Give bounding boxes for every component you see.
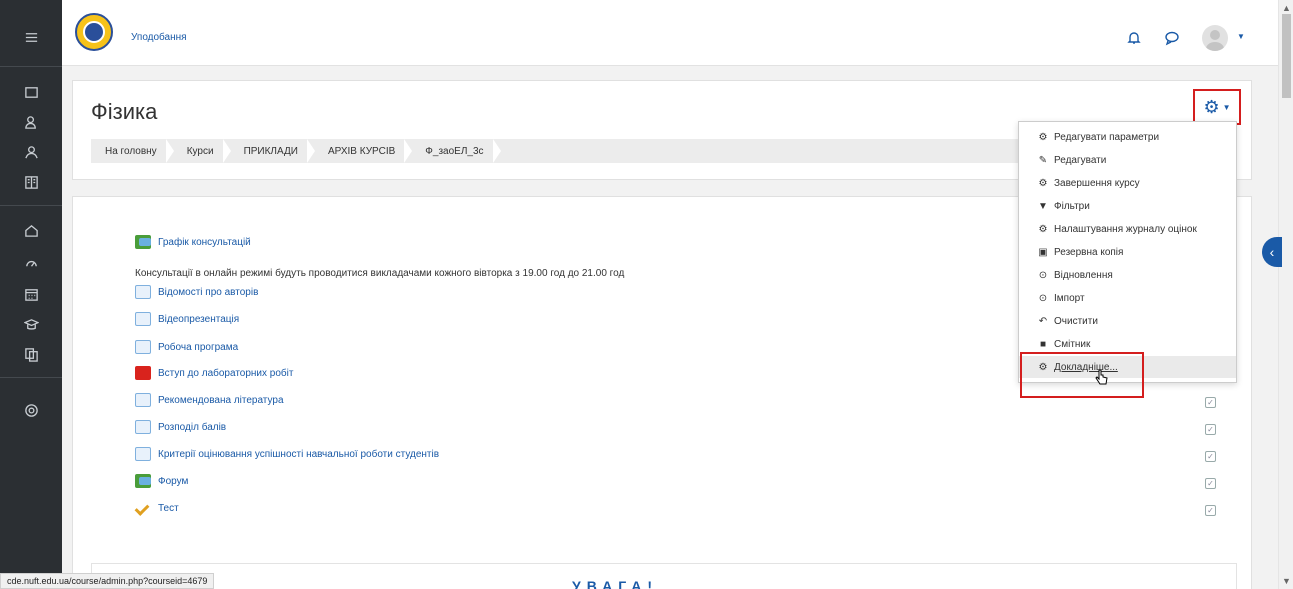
calendar-icon[interactable] [0,282,62,306]
course-admin-menu: ⚙ Редагувати параметри ✎ Редагувати ⚙ Завер… [1018,121,1237,383]
chat-icon[interactable] [1164,30,1180,46]
menu-item-import[interactable]: ⊙ Імпорт [1019,287,1236,309]
activity-link[interactable]: Розподіл балів [135,419,226,435]
completion-checkbox[interactable]: ✓ [1205,505,1216,516]
users-icon[interactable] [0,110,62,134]
activity-link[interactable]: Критерії оцінювання успішності навчально… [135,446,439,462]
announcement-heading: УВАГА! [572,578,659,589]
users-group-icon[interactable] [0,140,62,164]
chevron-down-icon[interactable]: ▼ [1237,32,1245,41]
menu-item-edit[interactable]: ✎ Редагувати [1019,149,1236,171]
gear-icon: ⚙ [1203,96,1220,117]
completion-checkbox[interactable]: ✓ [1205,451,1216,462]
folder-icon[interactable] [0,80,62,104]
menu-item-gradebook-setup[interactable]: ⚙ Налаштування журналу оцінок [1019,218,1236,240]
scrollbar-thumb[interactable] [1282,14,1291,98]
course-settings-button[interactable]: ⚙ ▼ [1193,89,1241,125]
page-icon [135,420,151,434]
page-icon [135,447,151,461]
chevron-down-icon: ▼ [1222,102,1231,112]
user-avatar[interactable] [1202,25,1228,51]
menu-item-filters[interactable]: ▼ Фільтри [1019,195,1236,217]
breadcrumb-course[interactable]: Ф_заоЕЛ_3с [411,139,501,163]
gear-icon: ⚙ [1038,131,1048,143]
gear-icon: ⚙ [1038,223,1048,235]
page-title: Фізика [91,99,158,124]
restore-icon: ⊙ [1038,269,1048,281]
book-icon[interactable] [0,170,62,194]
forum-icon [135,474,151,488]
scroll-up-arrow[interactable]: ▲ [1282,3,1291,13]
page-icon [135,285,151,299]
site-logo[interactable] [75,13,113,51]
page-icon [135,312,151,326]
left-sidebar [0,0,62,589]
activity-link[interactable]: Рекомендована література [135,392,284,408]
menu-item-restore[interactable]: ⊙ Відновлення [1019,264,1236,286]
site-name-link[interactable]: Уподобання [131,32,187,43]
gear-icon[interactable] [0,398,62,422]
announcement-section: УВАГА! [91,563,1237,589]
dashboard-icon[interactable] [0,250,62,274]
reset-icon: ↶ [1038,315,1048,327]
menu-item-course-completion[interactable]: ⚙ Завершення курсу [1019,172,1236,194]
drawer-toggle-button[interactable]: ‹ [1262,237,1282,267]
pencil-icon: ✎ [1038,154,1048,166]
forum-icon [135,235,151,249]
gear-icon: ⚙ [1038,177,1048,189]
menu-item-edit-settings[interactable]: ⚙ Редагувати параметри [1019,126,1236,148]
quiz-icon [135,501,151,515]
menu-icon[interactable] [0,25,62,49]
breadcrumb-examples[interactable]: ПРИКЛАДИ [230,139,316,163]
activity-link[interactable]: Робоча програма [135,339,238,355]
completion-checkbox[interactable]: ✓ [1205,424,1216,435]
completion-checkbox[interactable]: ✓ [1205,478,1216,489]
activity-link[interactable]: Тест [135,500,179,516]
graduation-cap-icon[interactable] [0,312,62,336]
scroll-down-arrow[interactable]: ▼ [1282,576,1291,586]
menu-item-reset[interactable]: ↶ Очистити [1019,310,1236,332]
top-navbar: Уподобання ▼ [62,0,1278,66]
home-icon[interactable] [0,218,62,242]
hand-cursor-icon [1095,369,1108,385]
activity-link[interactable]: Форум [135,473,188,489]
import-icon: ⊙ [1038,292,1048,304]
activity-link[interactable]: Відеопрезентація [135,311,239,327]
completion-checkbox[interactable]: ✓ [1205,397,1216,408]
page-scrollbar[interactable]: ▲ ▼ [1278,0,1293,589]
backup-icon: ▣ [1038,246,1048,258]
menu-item-backup[interactable]: ▣ Резервна копія [1019,241,1236,263]
filter-icon: ▼ [1038,200,1048,212]
activity-link[interactable]: Відомості про авторів [135,284,258,300]
pdf-icon [135,366,151,380]
highlight-box [1020,352,1144,398]
breadcrumb-home[interactable]: На головну [91,139,174,163]
bell-icon[interactable] [1126,30,1142,46]
breadcrumb-courses[interactable]: Курси [173,139,231,163]
breadcrumb-archive[interactable]: АРХІВ КУРСІВ [314,139,413,163]
page-icon [135,340,151,354]
page-icon [135,393,151,407]
consultation-note: Консультації в онлайн режимі будуть пров… [135,268,625,279]
files-icon[interactable] [0,342,62,366]
activity-link[interactable]: Графік консультацій [135,234,251,250]
activity-link[interactable]: Вступ до лабораторних робіт [135,365,293,381]
status-bar-url: cde.nuft.edu.ua/course/admin.php?coursei… [0,573,215,589]
trash-icon: ■ [1039,338,1047,350]
chevron-left-icon: ‹ [1269,244,1275,260]
